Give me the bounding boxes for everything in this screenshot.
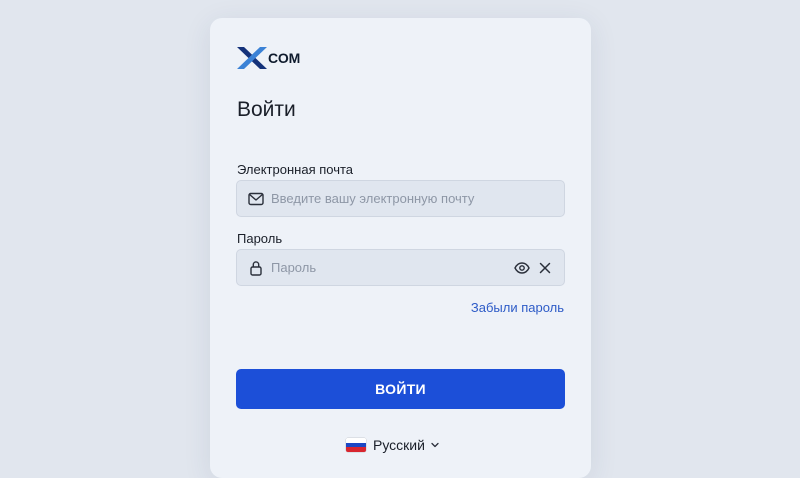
- login-button[interactable]: ВОЙТИ: [236, 369, 565, 409]
- logo-text: COM: [268, 50, 301, 66]
- password-label: Пароль: [237, 231, 283, 246]
- x-logo-icon: [237, 47, 267, 69]
- language-label: Русский: [373, 437, 425, 453]
- clear-icon[interactable]: [537, 260, 553, 276]
- lock-icon: [248, 260, 264, 276]
- eye-icon[interactable]: [514, 260, 530, 276]
- chevron-down-icon: [431, 442, 439, 448]
- email-input[interactable]: [271, 181, 564, 216]
- login-card: COM Войти Электронная почта Пароль: [210, 18, 591, 478]
- brand-logo: COM: [237, 47, 300, 69]
- language-selector[interactable]: Русский: [346, 437, 439, 453]
- password-input[interactable]: [271, 250, 514, 285]
- russia-flag-icon: [346, 438, 366, 452]
- password-field[interactable]: [236, 249, 565, 286]
- email-label: Электронная почта: [237, 162, 354, 177]
- forgot-password-link[interactable]: Забыли пароль: [471, 300, 564, 315]
- page-title: Войти: [237, 98, 296, 121]
- mail-icon: [248, 191, 264, 207]
- email-field[interactable]: [236, 180, 565, 217]
